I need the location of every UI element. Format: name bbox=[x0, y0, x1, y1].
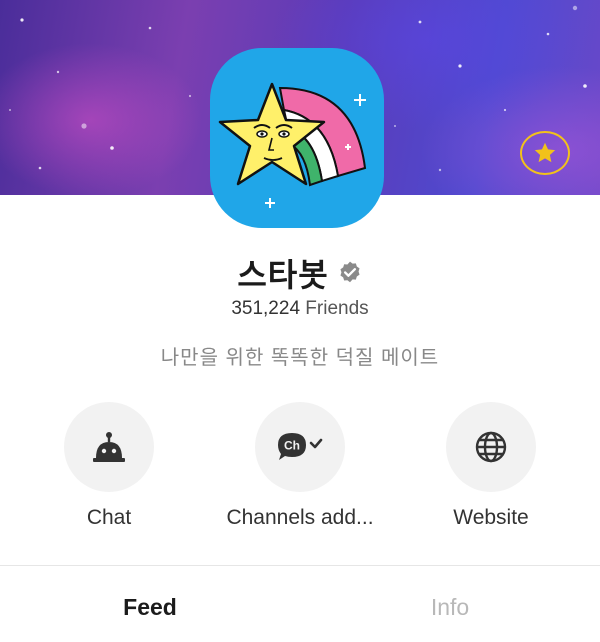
channel-add-label: Channels add... bbox=[226, 506, 374, 529]
profile-avatar bbox=[210, 48, 384, 228]
channel-name: 스타봇 bbox=[237, 257, 329, 293]
chat-button[interactable]: Chat bbox=[9, 402, 209, 530]
verified-badge-icon bbox=[340, 261, 360, 283]
channel-add-button[interactable]: Ch Channels add... bbox=[200, 402, 400, 530]
website-button[interactable]: Website bbox=[391, 402, 591, 530]
friends-label: Friends bbox=[305, 298, 369, 319]
bot-icon bbox=[93, 432, 125, 462]
globe-icon bbox=[475, 431, 507, 463]
favorite-button[interactable] bbox=[520, 131, 570, 175]
star-icon bbox=[534, 142, 556, 163]
channel-description: 나만을 위한 똑똑한 덕질 메이트 bbox=[160, 347, 440, 369]
channel-icon-text: Ch bbox=[284, 439, 300, 453]
channel-add-icon: Ch bbox=[278, 433, 323, 460]
chat-label: Chat bbox=[86, 506, 132, 529]
star-character-icon bbox=[218, 82, 367, 208]
friends-count: 351,224 Friends bbox=[0, 298, 600, 320]
friends-number: 351,224 bbox=[231, 298, 301, 319]
website-label: Website bbox=[453, 506, 529, 529]
tab-info[interactable]: Info bbox=[300, 594, 600, 621]
tab-feed[interactable]: Feed bbox=[0, 594, 300, 621]
chat-icon-circle[interactable] bbox=[64, 402, 154, 492]
tabs-divider bbox=[0, 565, 600, 566]
profile-name-row: 스타봇 bbox=[0, 248, 600, 298]
channel-add-icon-circle[interactable]: Ch bbox=[255, 402, 345, 492]
website-icon-circle[interactable] bbox=[446, 402, 536, 492]
